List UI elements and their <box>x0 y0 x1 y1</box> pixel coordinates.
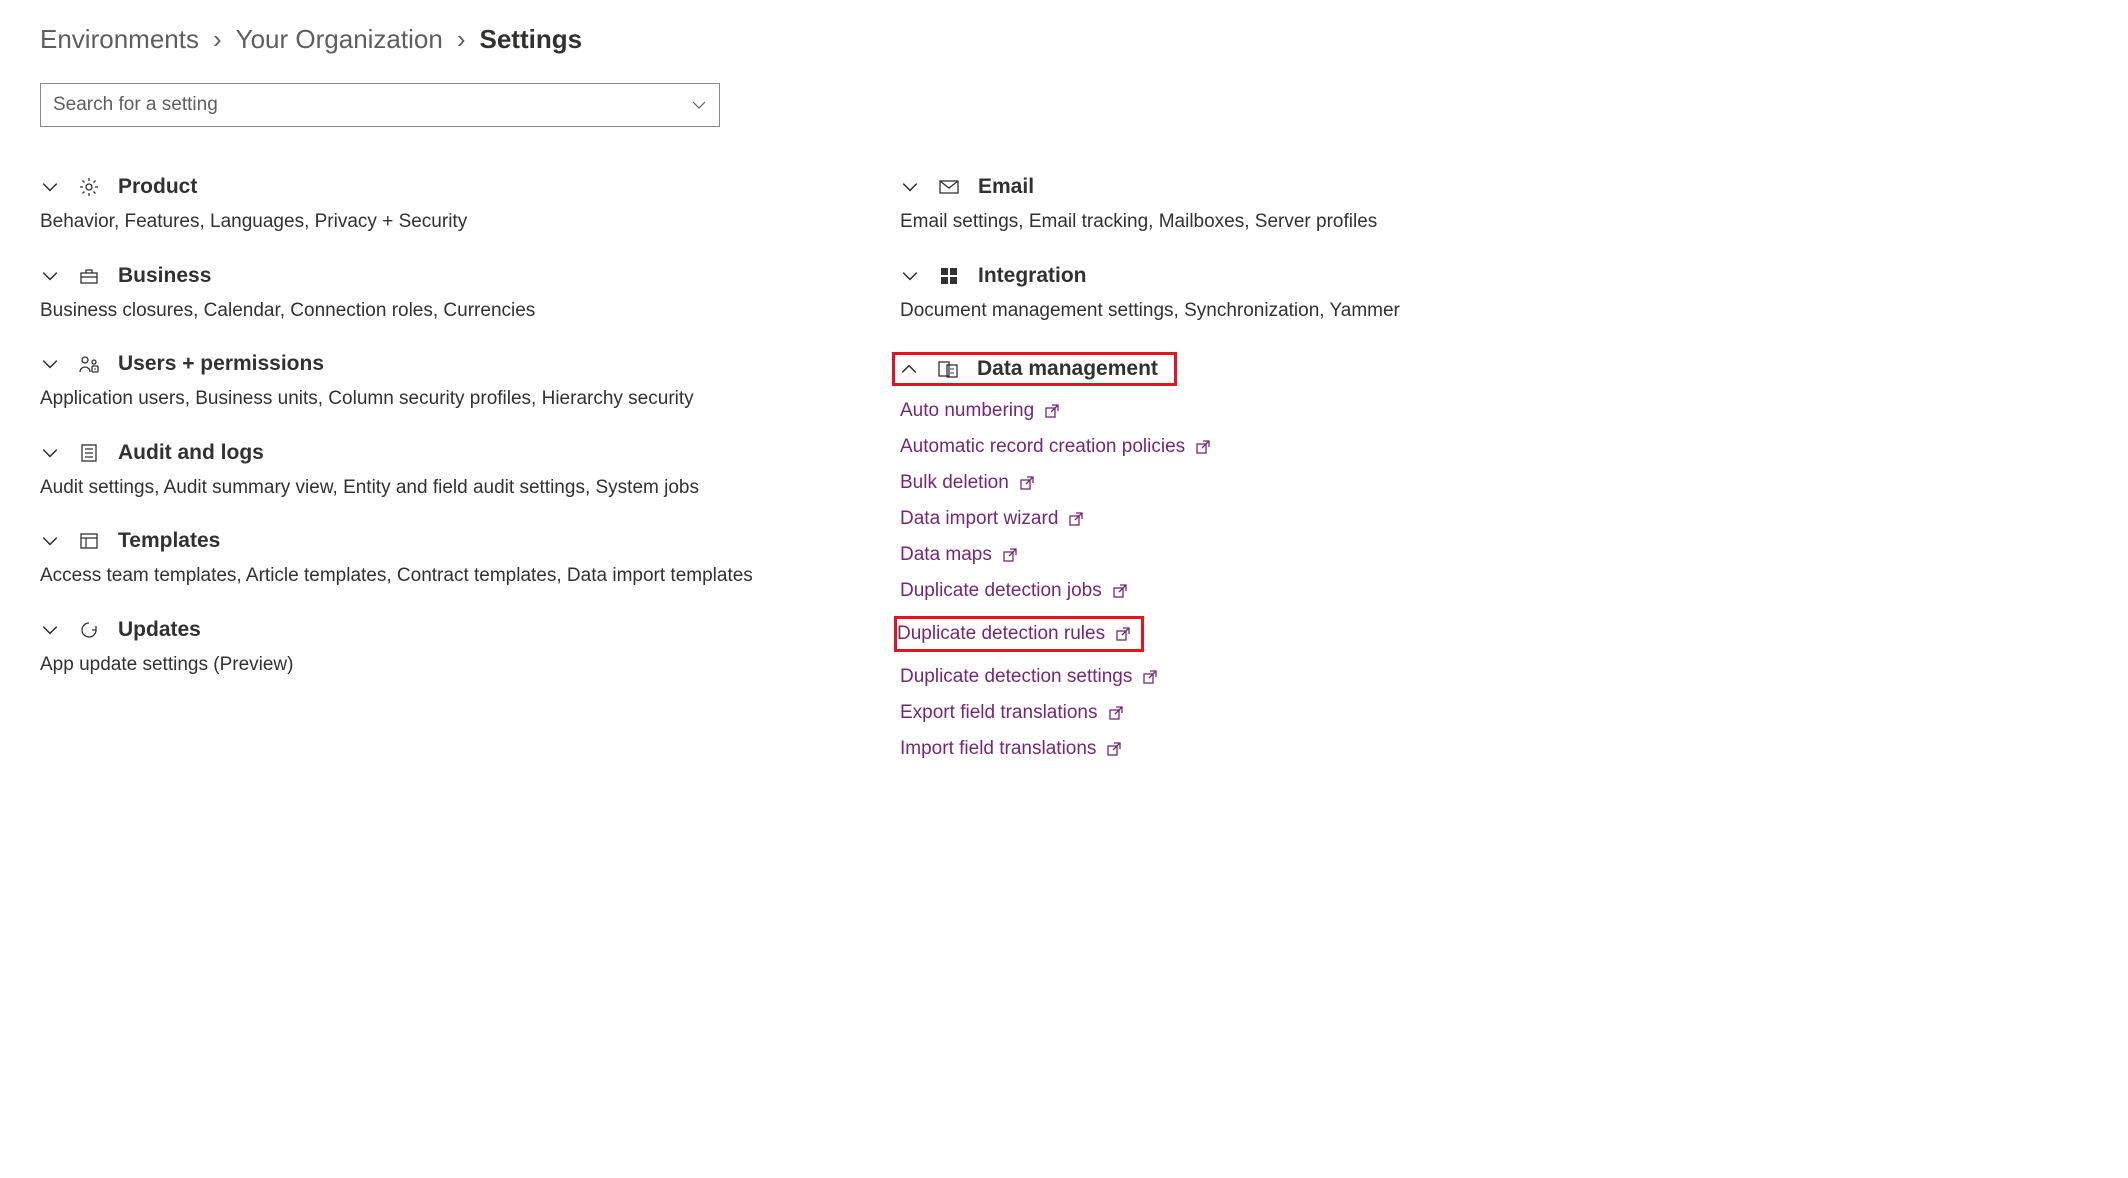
chevron-down-icon <box>40 532 60 550</box>
mail-icon <box>938 178 960 196</box>
windows-icon <box>938 266 960 286</box>
section-updates: Updates App update settings (Preview) <box>40 618 800 679</box>
section-header-data-management[interactable]: Data management <box>899 357 1158 381</box>
breadcrumb: Environments › Your Organization › Setti… <box>40 24 2088 55</box>
section-users-permissions: Users + permissions Application users, B… <box>40 352 800 413</box>
chevron-down-icon <box>40 178 60 196</box>
section-header-integration[interactable]: Integration <box>900 264 1460 288</box>
chevron-down-icon <box>40 444 60 462</box>
section-header-templates[interactable]: Templates <box>40 529 800 553</box>
section-header-updates[interactable]: Updates <box>40 618 800 642</box>
section-title: Business <box>118 264 211 288</box>
chevron-right-icon: › <box>457 24 466 55</box>
link-data-maps[interactable]: Data maps <box>900 544 1018 566</box>
breadcrumb-item-environments[interactable]: Environments <box>40 24 199 55</box>
section-email: Email Email settings, Email tracking, Ma… <box>900 175 1460 236</box>
section-desc: App update settings (Preview) <box>40 652 800 679</box>
section-desc: Application users, Business units, Colum… <box>40 386 800 413</box>
link-label: Import field translations <box>900 738 1096 760</box>
section-title: Users + permissions <box>118 352 324 376</box>
chevron-up-icon <box>899 360 919 378</box>
link-duplicate-detection-rules[interactable]: Duplicate detection rules <box>897 623 1131 645</box>
settings-column-right: Email Email settings, Email tracking, Ma… <box>900 175 1460 788</box>
external-link-icon <box>1019 475 1035 491</box>
breadcrumb-current: Settings <box>480 24 583 55</box>
section-title: Email <box>978 175 1034 199</box>
gear-icon <box>78 177 100 197</box>
external-link-icon <box>1112 583 1128 599</box>
chevron-down-icon <box>40 267 60 285</box>
briefcase-icon <box>78 266 100 286</box>
link-label: Automatic record creation policies <box>900 436 1185 458</box>
chevron-down-icon <box>900 267 920 285</box>
link-duplicate-detection-jobs[interactable]: Duplicate detection jobs <box>900 580 1128 602</box>
data-icon <box>937 359 959 379</box>
section-desc: Behavior, Features, Languages, Privacy +… <box>40 209 800 236</box>
link-label: Bulk deletion <box>900 472 1009 494</box>
section-integration: Integration Document management settings… <box>900 264 1460 325</box>
section-desc: Business closures, Calendar, Connection … <box>40 298 800 325</box>
section-desc: Email settings, Email tracking, Mailboxe… <box>900 209 1460 236</box>
external-link-icon <box>1115 626 1131 642</box>
link-label: Data import wizard <box>900 508 1058 530</box>
section-templates: Templates Access team templates, Article… <box>40 529 800 590</box>
search-input-container[interactable] <box>40 83 720 127</box>
section-header-business[interactable]: Business <box>40 264 800 288</box>
link-label: Data maps <box>900 544 992 566</box>
link-label: Duplicate detection settings <box>900 666 1132 688</box>
section-header-users[interactable]: Users + permissions <box>40 352 800 376</box>
external-link-icon <box>1106 741 1122 757</box>
section-desc: Document management settings, Synchroniz… <box>900 298 1460 325</box>
template-icon <box>78 531 100 551</box>
list-icon <box>78 443 100 463</box>
section-header-audit[interactable]: Audit and logs <box>40 441 800 465</box>
link-export-field-translations[interactable]: Export field translations <box>900 702 1124 724</box>
link-auto-numbering[interactable]: Auto numbering <box>900 400 1060 422</box>
section-title: Audit and logs <box>118 441 264 465</box>
link-import-field-translations[interactable]: Import field translations <box>900 738 1122 760</box>
link-label: Auto numbering <box>900 400 1034 422</box>
link-label: Export field translations <box>900 702 1098 724</box>
section-header-email[interactable]: Email <box>900 175 1460 199</box>
external-link-icon <box>1108 705 1124 721</box>
chevron-down-icon[interactable] <box>691 97 707 113</box>
section-product: Product Behavior, Features, Languages, P… <box>40 175 800 236</box>
chevron-right-icon: › <box>213 24 222 55</box>
external-link-icon <box>1142 669 1158 685</box>
users-icon <box>78 354 100 374</box>
external-link-icon <box>1002 547 1018 563</box>
refresh-icon <box>78 620 100 640</box>
section-data-management: Data management Auto numbering Automatic… <box>900 352 1460 760</box>
external-link-icon <box>1044 403 1060 419</box>
link-data-import-wizard[interactable]: Data import wizard <box>900 508 1084 530</box>
data-management-links: Auto numbering Automatic record creation… <box>900 400 1460 760</box>
section-title: Updates <box>118 618 201 642</box>
link-duplicate-detection-settings[interactable]: Duplicate detection settings <box>900 666 1158 688</box>
section-business: Business Business closures, Calendar, Co… <box>40 264 800 325</box>
link-bulk-deletion[interactable]: Bulk deletion <box>900 472 1035 494</box>
external-link-icon <box>1068 511 1084 527</box>
chevron-down-icon <box>900 178 920 196</box>
section-title: Integration <box>978 264 1087 288</box>
chevron-down-icon <box>40 621 60 639</box>
section-audit-logs: Audit and logs Audit settings, Audit sum… <box>40 441 800 502</box>
link-automatic-record-creation[interactable]: Automatic record creation policies <box>900 436 1211 458</box>
link-label: Duplicate detection jobs <box>900 580 1102 602</box>
section-header-product[interactable]: Product <box>40 175 800 199</box>
external-link-icon <box>1195 439 1211 455</box>
chevron-down-icon <box>40 355 60 373</box>
breadcrumb-item-organization[interactable]: Your Organization <box>236 24 443 55</box>
link-label: Duplicate detection rules <box>897 623 1105 645</box>
search-input[interactable] <box>53 94 691 116</box>
section-desc: Access team templates, Article templates… <box>40 563 800 590</box>
section-desc: Audit settings, Audit summary view, Enti… <box>40 475 800 502</box>
section-title: Templates <box>118 529 220 553</box>
section-title: Product <box>118 175 197 199</box>
settings-column-left: Product Behavior, Features, Languages, P… <box>40 175 800 788</box>
section-title: Data management <box>977 357 1158 381</box>
